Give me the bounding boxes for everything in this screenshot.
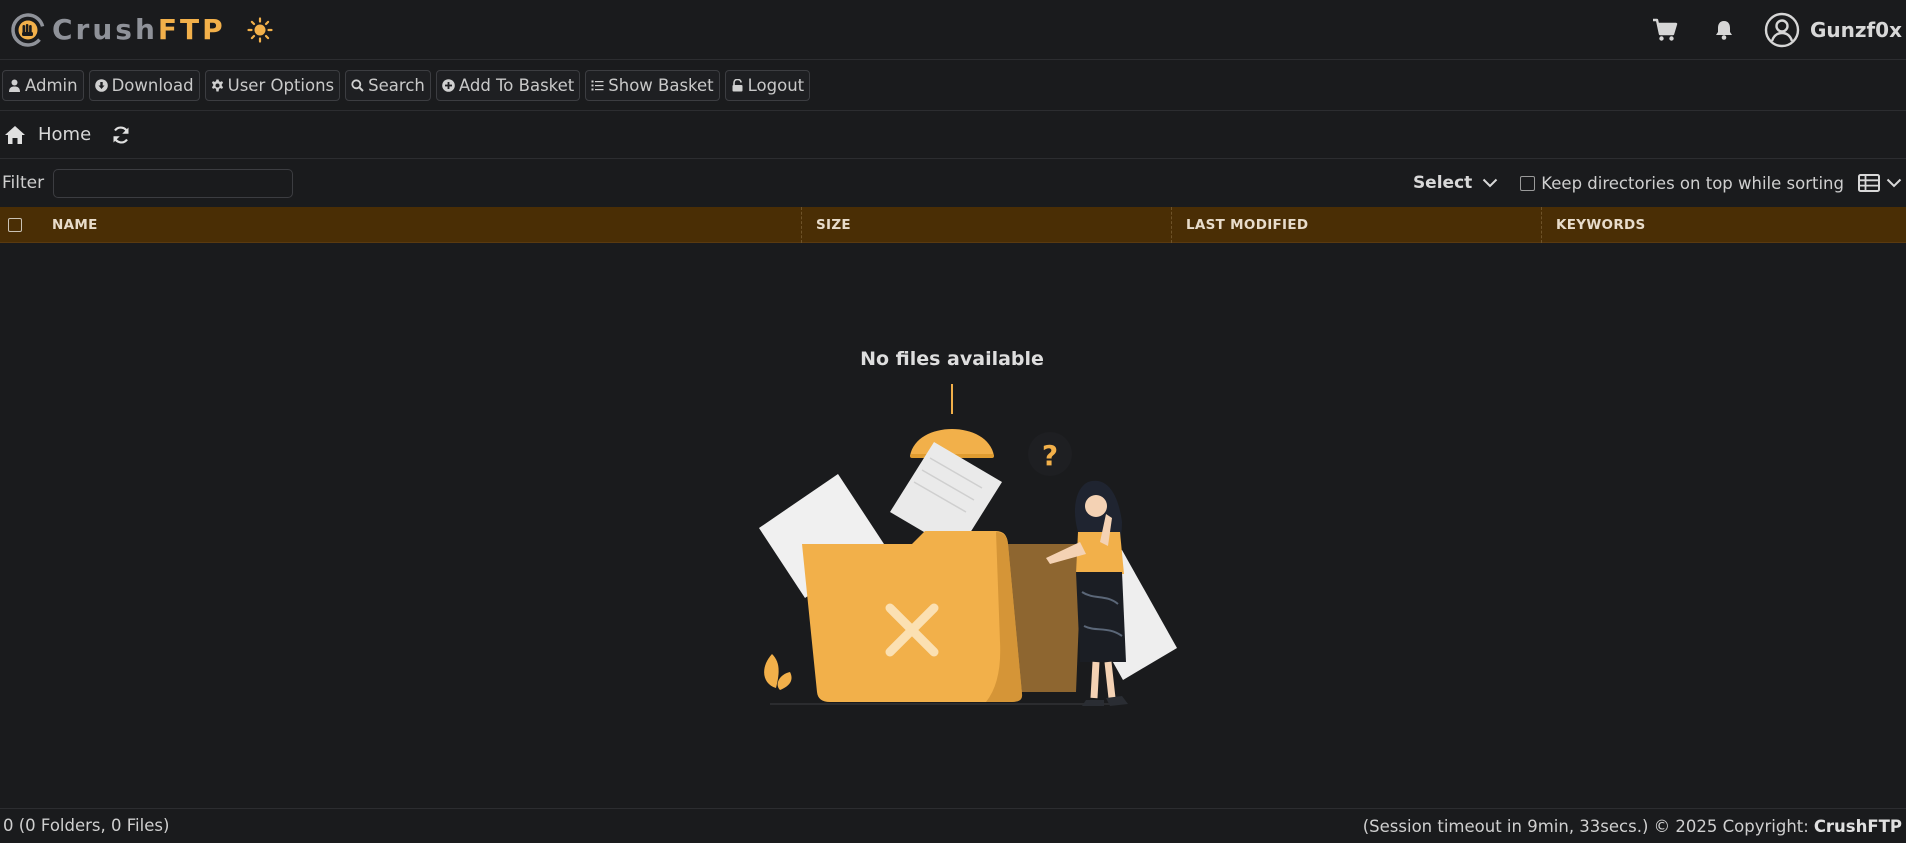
list-icon (591, 80, 604, 90)
question-mark: ? (1042, 439, 1058, 472)
filter-bar: Filter Select Keep directories on top wh… (0, 159, 1906, 207)
user-options-button-label: User Options (227, 75, 335, 95)
toolbar: Admin Download User Options Search Add T… (0, 60, 1906, 111)
add-to-basket-button-label: Add To Basket (458, 75, 575, 95)
download-icon (94, 78, 108, 92)
file-table-header: NAME SIZE LAST MODIFIED KEYWORDS (0, 207, 1906, 243)
column-divider[interactable] (1171, 207, 1172, 243)
filter-input[interactable] (53, 168, 294, 198)
logo-text-crush: Crush (52, 13, 158, 46)
chevron-down-icon[interactable] (1482, 178, 1498, 188)
item-count-summary: 0 (0 Folders, 0 Files) (3, 816, 170, 835)
unlock-icon (732, 78, 743, 91)
footer: 0 (0 Folders, 0 Files) (Session timeout … (0, 808, 1906, 842)
user-options-button[interactable]: User Options (204, 69, 341, 101)
user-icon (9, 79, 20, 92)
breadcrumb-home[interactable]: Home (38, 124, 91, 145)
view-chevron-down-icon[interactable] (1886, 178, 1902, 188)
breadcrumb: Home (0, 111, 1906, 159)
sun-icon[interactable] (246, 16, 274, 44)
footer-copyright: (Session timeout in 9min, 33secs.) © 202… (1363, 809, 1902, 843)
admin-button-label: Admin (25, 75, 78, 95)
download-button[interactable]: Download (88, 69, 200, 101)
search-icon (351, 78, 364, 92)
select-dropdown[interactable]: Select (1413, 173, 1472, 193)
refresh-icon[interactable] (111, 125, 131, 145)
column-last-modified[interactable]: LAST MODIFIED (1186, 207, 1308, 243)
select-all-checkbox[interactable] (8, 218, 22, 232)
crushftp-logo-icon (11, 12, 45, 47)
table-view-icon[interactable] (1858, 173, 1880, 193)
column-divider[interactable] (801, 207, 802, 243)
column-divider[interactable] (1541, 207, 1542, 243)
empty-folder-illustration: ? (759, 384, 1177, 706)
logout-button-label: Logout (747, 75, 805, 95)
header-actions: Gunzf0x (1652, 0, 1906, 60)
column-keywords[interactable]: KEYWORDS (1556, 207, 1646, 243)
download-button-label: Download (111, 75, 194, 95)
gear-icon (211, 79, 223, 91)
user-circle-icon[interactable] (1764, 12, 1800, 48)
search-button-label: Search (368, 75, 425, 95)
logo-text-ftp: FTP (157, 13, 226, 46)
column-size[interactable]: SIZE (816, 207, 851, 243)
show-basket-button-label: Show Basket (608, 75, 714, 95)
username[interactable]: Gunzf0x (1810, 18, 1902, 42)
empty-state-title: No files available (860, 348, 1044, 370)
show-basket-button[interactable]: Show Basket (585, 69, 720, 101)
top-header: CrushFTP Gunzf0x (0, 0, 1906, 60)
keep-directories-checkbox[interactable] (1520, 175, 1536, 191)
filter-options: Select Keep directories on top while sor… (1413, 159, 1906, 207)
add-to-basket-button[interactable]: Add To Basket (435, 69, 581, 101)
keep-directories-label: Keep directories on top while sorting (1541, 173, 1844, 193)
crushftp-logo[interactable]: CrushFTP (10, 0, 226, 60)
session-timeout-text: (Session timeout in 9min, 33secs.) © 202… (1362, 816, 1809, 836)
filter-label: Filter (2, 173, 45, 193)
plus-circle-icon (442, 78, 455, 92)
cart-icon[interactable] (1652, 17, 1678, 43)
column-name[interactable]: NAME (52, 207, 98, 243)
home-icon[interactable] (4, 125, 26, 145)
search-button[interactable]: Search (345, 69, 431, 101)
logo-text: CrushFTP (52, 13, 226, 46)
footer-brand: CrushFTP (1813, 816, 1902, 836)
logout-button[interactable]: Logout (724, 69, 811, 101)
bell-icon[interactable] (1714, 19, 1734, 41)
admin-button[interactable]: Admin (2, 69, 84, 101)
